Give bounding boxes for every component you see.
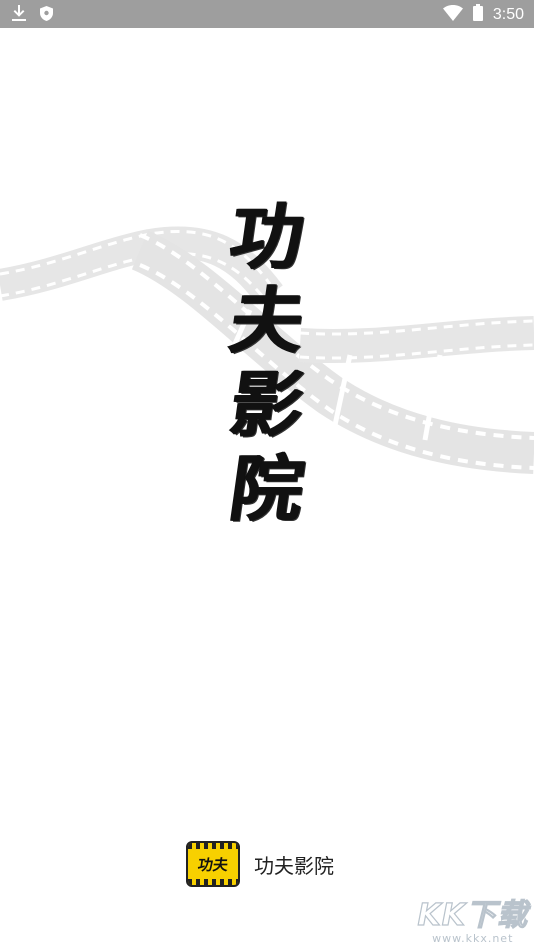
app-logo-icon: 功夫 — [186, 841, 240, 887]
title-char: 影 — [225, 362, 310, 447]
brand-footer: 功夫 功夫影院 — [186, 841, 334, 887]
watermark: KK下载 www.kkx.net — [417, 898, 529, 945]
battery-icon — [472, 4, 483, 26]
watermark-url: www.kkx.net — [432, 932, 514, 945]
app-name: 功夫影院 — [254, 853, 334, 878]
logo-text: 功夫 — [196, 855, 230, 874]
app-title-vertical: 功 夫 影 院 — [222, 194, 312, 531]
wifi-icon — [442, 4, 463, 26]
title-char: 院 — [225, 446, 310, 531]
status-time: 3:50 — [492, 6, 524, 23]
title-char: 夫 — [225, 278, 310, 363]
watermark-logo: KK下载 — [417, 898, 528, 933]
shield-icon — [40, 5, 53, 26]
status-bar: 3:50 — [0, 0, 534, 28]
title-char: 功 — [225, 194, 310, 279]
download-icon — [12, 5, 26, 26]
